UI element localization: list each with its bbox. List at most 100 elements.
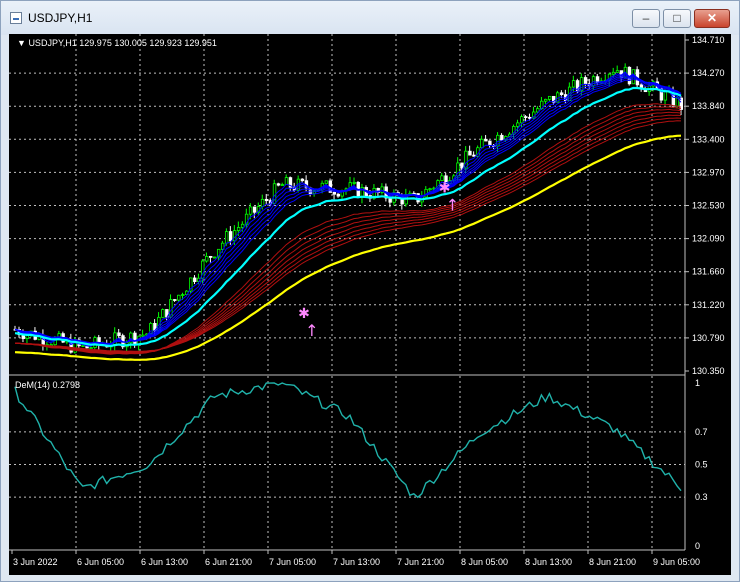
candle-body	[133, 332, 137, 345]
dem-line	[14, 382, 682, 499]
candle-body	[615, 70, 620, 73]
price-tick-label: 131.660	[692, 267, 725, 277]
close-button[interactable]: ✕	[694, 9, 730, 28]
price-tick-label: 131.220	[692, 300, 725, 310]
candle-body	[663, 91, 668, 101]
candle-body	[213, 256, 217, 259]
dem-level-label: 1	[695, 378, 700, 388]
window-title: USDJPY,H1	[28, 11, 93, 25]
candle-body	[252, 206, 257, 213]
dem-level-label: 0.3	[695, 492, 708, 502]
candle-body	[89, 347, 93, 349]
candle-body	[177, 294, 181, 301]
candle-body	[161, 309, 165, 318]
candle-body	[571, 80, 576, 88]
candle-body	[209, 256, 213, 258]
time-tick-label: 7 Jun 13:00	[333, 557, 380, 567]
candle-body	[528, 116, 532, 119]
candle-body	[583, 77, 588, 85]
chart-window-icon	[10, 12, 22, 24]
title-bar[interactable]: USDJPY,H1 – □ ✕	[1, 1, 739, 35]
time-tick-label: 6 Jun 05:00	[77, 557, 124, 567]
time-tick-label: 7 Jun 05:00	[269, 557, 316, 567]
ribbon-blue-ma	[14, 78, 682, 345]
ribbon-blue-ma	[14, 77, 682, 345]
candle-body	[264, 198, 269, 202]
candle-body	[248, 206, 253, 215]
candle-body	[240, 223, 245, 228]
candle-body	[460, 162, 464, 169]
price-tick-label: 133.400	[692, 134, 725, 144]
fast-ma-line	[14, 86, 682, 348]
ribbon-red-ma	[14, 103, 682, 355]
chart-area[interactable]: 134.710 134.270 133.840 133.400 132.970 132.5…	[9, 34, 731, 575]
candle-body	[428, 188, 432, 191]
candle-body	[559, 92, 564, 95]
candle-body	[236, 227, 241, 232]
time-tick-label: 6 Jun 13:00	[141, 557, 188, 567]
candle-body	[472, 154, 476, 157]
dem-header: DeM(14) 0.2798	[15, 380, 81, 390]
ribbon-red-ma	[14, 114, 682, 353]
price-tick-label: 134.270	[692, 68, 725, 78]
candle-body	[280, 184, 285, 186]
terminal-window: USDJPY,H1 – □ ✕ 134.710 134.270 133.840 133…	[0, 0, 740, 582]
time-tick-label: 6 Jun 21:00	[205, 557, 252, 567]
candle-body	[336, 193, 341, 197]
candle-body	[300, 178, 305, 182]
buy-signal-arrow: ↑	[305, 321, 318, 340]
candle-body	[548, 95, 552, 100]
candle-body	[544, 98, 548, 102]
candle-body	[480, 138, 484, 149]
candle-body	[324, 180, 329, 184]
price-tick-label: 132.090	[692, 234, 725, 244]
candle-body	[113, 332, 117, 346]
price-tick-label: 132.970	[692, 167, 725, 177]
symbol-ohlc-header: ▼ USDJPY,H1 129.975 130.005 129.923 129.…	[17, 38, 217, 48]
chart-menu-triangle-icon[interactable]: ▼	[17, 38, 26, 48]
candle-body	[500, 134, 504, 141]
candle-body	[352, 181, 356, 184]
buy-signal-arrow: ↑	[446, 196, 459, 215]
candle-body	[193, 277, 197, 282]
candle-body	[524, 116, 528, 119]
dem-level-label: 0.7	[695, 427, 708, 437]
ribbon-red-ma	[14, 120, 682, 352]
candle-body	[228, 231, 233, 242]
candle-body	[205, 256, 209, 262]
candle-body	[284, 177, 289, 185]
ribbon-red-ma	[14, 111, 682, 354]
time-tick-label: 8 Jun 05:00	[461, 557, 508, 567]
candle-body	[117, 332, 121, 337]
candle-body	[173, 299, 177, 301]
buy-signal-star: ✱	[298, 306, 310, 322]
time-tick-label: 8 Jun 13:00	[525, 557, 572, 567]
maximize-button[interactable]: □	[663, 9, 691, 28]
ohlc-text: USDJPY,H1 129.975 130.005 129.923 129.95…	[28, 38, 217, 48]
time-tick-label: 9 Jun 05:00	[653, 557, 700, 567]
candle-body	[141, 334, 145, 337]
price-tick-label: 130.790	[692, 333, 725, 343]
candle-body	[484, 138, 488, 142]
time-tick-label: 8 Jun 21:00	[589, 557, 636, 567]
candle-body	[520, 116, 524, 124]
candle-body	[611, 71, 616, 75]
candle-body	[332, 191, 337, 195]
candle-body	[181, 294, 185, 296]
time-tick-label: 7 Jun 21:00	[397, 557, 444, 567]
ribbon-blue-ma	[14, 75, 682, 345]
dem-level-label: 0	[695, 541, 700, 551]
price-chart-svg[interactable]: 134.710 134.270 133.840 133.400 132.970 132.5…	[9, 34, 731, 575]
time-tick-label: 3 Jun 2022	[13, 557, 58, 567]
candle-body	[516, 122, 520, 127]
price-tick-label: 130.350	[692, 366, 725, 376]
price-tick-label: 132.530	[692, 201, 725, 211]
buy-signal-star: ✱	[439, 181, 451, 197]
slow-ma-line	[14, 134, 682, 361]
candle-body	[81, 344, 85, 347]
minimize-button[interactable]: –	[632, 9, 660, 28]
ribbon-blue-ma	[14, 71, 682, 348]
candle-body	[276, 183, 281, 186]
price-tick-label: 133.840	[692, 101, 725, 111]
price-tick-label: 134.710	[692, 35, 725, 45]
